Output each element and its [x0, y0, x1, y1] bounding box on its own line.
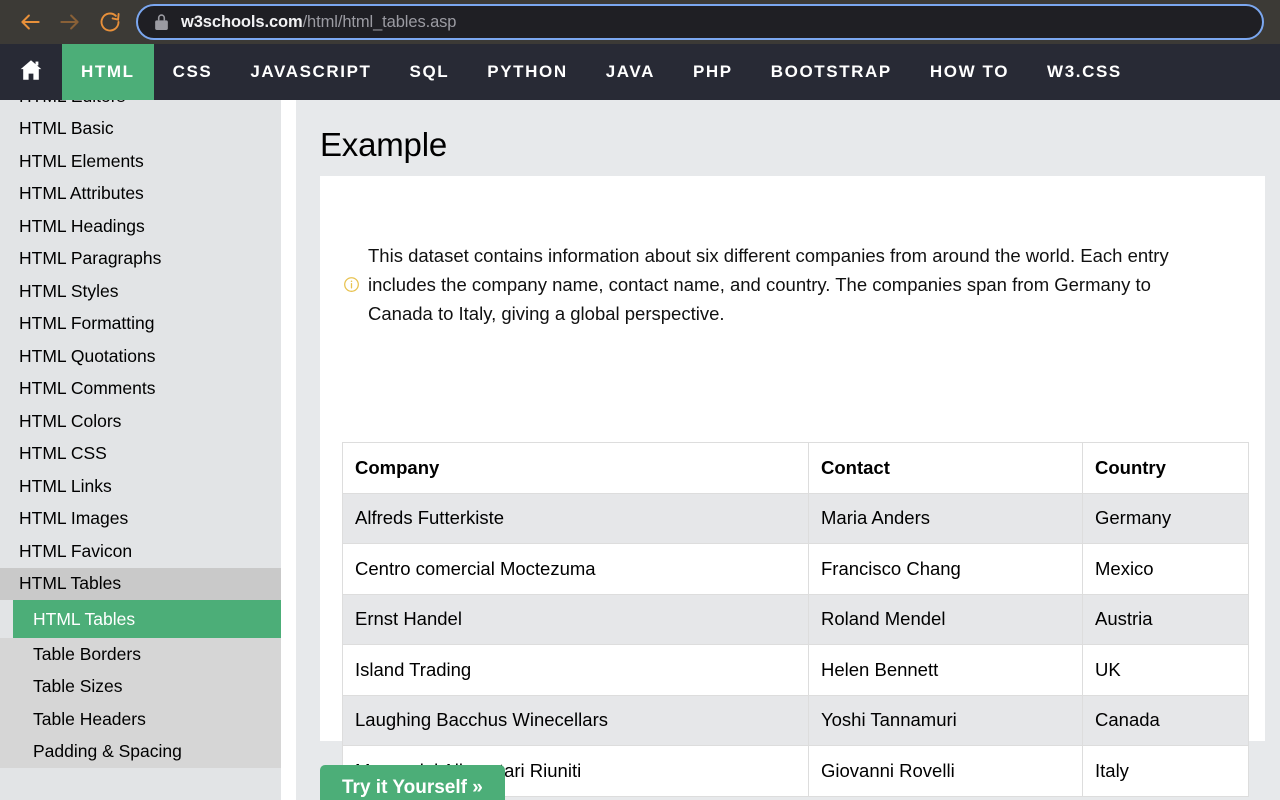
- forward-icon[interactable]: [50, 2, 90, 42]
- cell-country: UK: [1082, 644, 1249, 696]
- sidebar-item-html-favicon[interactable]: HTML Favicon: [0, 535, 281, 568]
- topnav-item-java[interactable]: JAVA: [587, 44, 674, 100]
- example-card: This dataset contains information about …: [320, 176, 1265, 797]
- sidebar: HTML Editors HTML Basic HTML Elements HT…: [0, 100, 281, 800]
- table-row: Centro comercial Moctezuma Francisco Cha…: [342, 543, 1249, 595]
- cell-company: Laughing Bacchus Winecellars: [342, 694, 809, 746]
- top-navigation: HTML CSS JAVASCRIPT SQL PYTHON JAVA PHP …: [0, 44, 1280, 100]
- main-content: Example This dataset contains informatio…: [296, 100, 1280, 800]
- address-bar[interactable]: w3schools.com/html/html_tables.asp: [136, 4, 1264, 40]
- info-note: This dataset contains information about …: [320, 176, 1265, 328]
- page-title: Example: [320, 126, 447, 163]
- try-it-yourself-button[interactable]: Try it Yourself »: [320, 765, 505, 800]
- cell-contact: Helen Bennett: [808, 644, 1083, 696]
- back-icon[interactable]: [10, 2, 50, 42]
- cell-contact: Roland Mendel: [808, 593, 1083, 645]
- topnav-item-python[interactable]: PYTHON: [468, 44, 586, 100]
- sidebar-item-html-styles[interactable]: HTML Styles: [0, 275, 281, 308]
- home-icon: [18, 57, 44, 88]
- topnav-item-html[interactable]: HTML: [62, 44, 154, 100]
- topnav-item-javascript[interactable]: JAVASCRIPT: [231, 44, 390, 100]
- url-text: w3schools.com/html/html_tables.asp: [181, 13, 456, 32]
- reload-icon[interactable]: [90, 2, 130, 42]
- sidebar-item-html-attributes[interactable]: HTML Attributes: [0, 178, 281, 211]
- info-icon: [340, 276, 362, 293]
- sidebar-item-html-comments[interactable]: HTML Comments: [0, 373, 281, 406]
- sidebar-item-html-formatting[interactable]: HTML Formatting: [0, 308, 281, 341]
- sidebar-item-html-links[interactable]: HTML Links: [0, 470, 281, 503]
- cell-company: Centro comercial Moctezuma: [342, 543, 809, 595]
- topnav-item-w3css[interactable]: W3.CSS: [1028, 44, 1141, 100]
- sidebar-item-html-basic[interactable]: HTML Basic: [0, 113, 281, 146]
- table-header-row: Company Contact Country: [342, 442, 1249, 494]
- cell-company: Alfreds Futterkiste: [342, 492, 809, 544]
- table-row: Ernst Handel Roland Mendel Austria: [342, 593, 1249, 645]
- lock-icon: [154, 13, 169, 31]
- page-body: HTML Editors HTML Basic HTML Elements HT…: [0, 100, 1280, 800]
- cell-contact: Maria Anders: [808, 492, 1083, 544]
- sidebar-item-html-paragraphs[interactable]: HTML Paragraphs: [0, 243, 281, 276]
- topnav-item-howto[interactable]: HOW TO: [911, 44, 1028, 100]
- topnav-item-sql[interactable]: SQL: [391, 44, 469, 100]
- browser-toolbar: w3schools.com/html/html_tables.asp: [0, 0, 1280, 44]
- cell-country: Mexico: [1082, 543, 1249, 595]
- info-note-text: This dataset contains information about …: [368, 245, 1169, 324]
- sidebar-item-html-elements[interactable]: HTML Elements: [0, 145, 281, 178]
- sidebar-item-html-images[interactable]: HTML Images: [0, 503, 281, 536]
- cell-country: Italy: [1082, 745, 1249, 797]
- sidebar-subitem-table-headers[interactable]: Table Headers: [0, 703, 281, 736]
- sidebar-item-html-editors[interactable]: HTML Editors: [0, 100, 281, 113]
- table-row: Island Trading Helen Bennett UK: [342, 644, 1249, 696]
- cell-country: Germany: [1082, 492, 1249, 544]
- cell-country: Canada: [1082, 694, 1249, 746]
- sidebar-item-html-tables[interactable]: HTML Tables: [0, 567, 281, 600]
- table-header-contact: Contact: [808, 442, 1083, 494]
- sidebar-item-html-css[interactable]: HTML CSS: [0, 438, 281, 471]
- table-row: Laughing Bacchus Winecellars Yoshi Tanna…: [342, 694, 1249, 746]
- cell-company: Island Trading: [342, 644, 809, 696]
- table-row: Alfreds Futterkiste Maria Anders Germany: [342, 492, 1249, 544]
- sidebar-item-html-quotations[interactable]: HTML Quotations: [0, 340, 281, 373]
- url-domain: w3schools.com: [181, 12, 303, 31]
- table-header-company: Company: [342, 442, 809, 494]
- cell-contact: Giovanni Rovelli: [808, 745, 1083, 797]
- cell-contact: Francisco Chang: [808, 543, 1083, 595]
- sidebar-scrollbar[interactable]: [281, 100, 296, 800]
- cell-company: Ernst Handel: [342, 593, 809, 645]
- table-header-country: Country: [1082, 442, 1249, 494]
- sidebar-subitem-padding-spacing[interactable]: Padding & Spacing: [0, 735, 281, 768]
- cell-country: Austria: [1082, 593, 1249, 645]
- sidebar-subitem-table-borders[interactable]: Table Borders: [0, 638, 281, 671]
- sidebar-item-html-colors[interactable]: HTML Colors: [0, 405, 281, 438]
- topnav-item-bootstrap[interactable]: BOOTSTRAP: [752, 44, 911, 100]
- sidebar-item-html-headings[interactable]: HTML Headings: [0, 210, 281, 243]
- topnav-item-css[interactable]: CSS: [154, 44, 232, 100]
- home-button[interactable]: [0, 44, 62, 100]
- url-path: /html/html_tables.asp: [302, 12, 457, 31]
- cell-contact: Yoshi Tannamuri: [808, 694, 1083, 746]
- topnav-item-php[interactable]: PHP: [674, 44, 752, 100]
- sidebar-subitem-html-tables[interactable]: HTML Tables: [13, 600, 281, 638]
- sidebar-subitem-table-sizes[interactable]: Table Sizes: [0, 670, 281, 703]
- companies-table: Company Contact Country Alfreds Futterki…: [342, 442, 1249, 797]
